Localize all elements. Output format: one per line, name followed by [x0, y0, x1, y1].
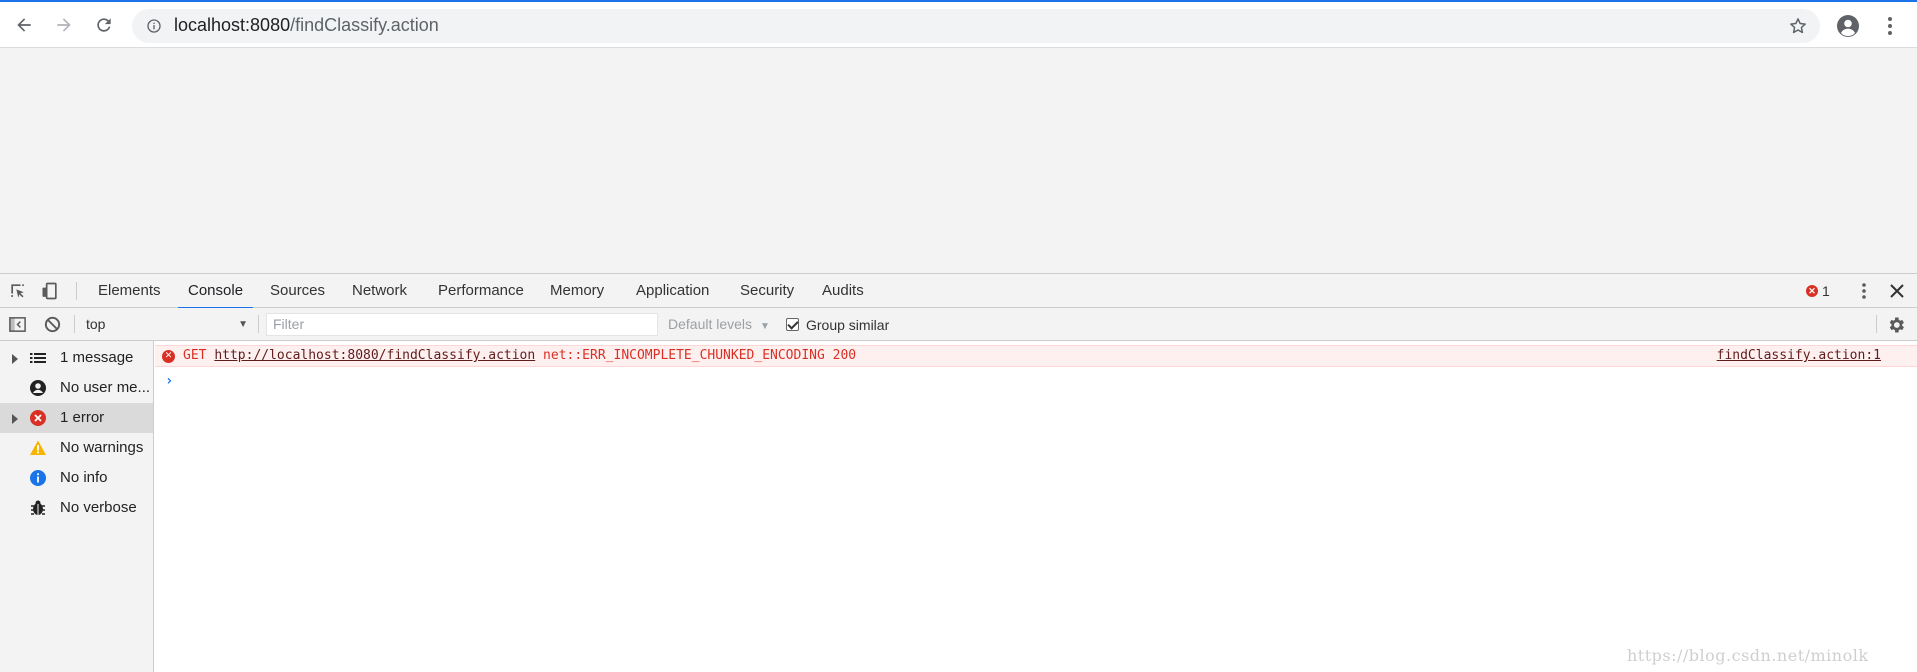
profile-icon[interactable] [1836, 14, 1860, 38]
tab-network[interactable]: Network [350, 274, 409, 308]
sidebar-item-verbose[interactable]: No verbose [0, 493, 153, 523]
error-message: net::ERR_INCOMPLETE_CHUNKED_ENCODING 200 [543, 348, 857, 363]
address-bar[interactable]: localhost:8080/findClassify.action [132, 9, 1820, 43]
log-levels-dropdown[interactable]: Default levels ▼ [668, 313, 770, 336]
console-output[interactable]: ✕ GET http://localhost:8080/findClassify… [155, 341, 1917, 672]
tab-security[interactable]: Security [738, 274, 796, 308]
info-icon[interactable] [146, 18, 162, 34]
sidebar-item-warnings[interactable]: No warnings [0, 433, 153, 463]
caret-down-icon: ▼ [238, 319, 248, 330]
sidebar-item-info[interactable]: No info [0, 463, 153, 493]
console-error-message[interactable]: ✕ GET http://localhost:8080/findClassify… [155, 345, 1917, 367]
browser-toolbar: localhost:8080/findClassify.action [0, 2, 1917, 48]
error-text: GET http://localhost:8080/findClassify.a… [183, 348, 856, 363]
sidebar-toggle-icon[interactable] [8, 315, 27, 334]
tab-elements[interactable]: Elements [96, 274, 163, 308]
more-vert-icon[interactable] [1880, 14, 1900, 38]
url-text: localhost:8080/findClassify.action [174, 15, 439, 36]
caret-down-icon: ▼ [759, 321, 770, 332]
sidebar-item-label: 1 message [60, 349, 134, 366]
expand-triangle-icon[interactable] [12, 354, 18, 364]
sidebar-item-user-messages[interactable]: No user me... [0, 373, 153, 403]
info-icon [30, 470, 46, 486]
clear-console-icon[interactable] [43, 315, 62, 334]
context-value: top [86, 316, 106, 332]
error-icon: ✕ [162, 350, 175, 363]
error-method: GET [183, 348, 207, 363]
sidebar-item-label: No warnings [60, 439, 144, 456]
tab-audits[interactable]: Audits [820, 274, 866, 308]
console-prompt[interactable]: › [165, 373, 173, 389]
separator [76, 282, 77, 300]
inspect-element-icon[interactable] [8, 281, 28, 301]
more-vert-icon[interactable] [1856, 281, 1872, 301]
tab-console[interactable]: Console [177, 274, 254, 309]
sidebar-item-label: 1 error [60, 409, 105, 426]
tab-application[interactable]: Application [634, 274, 711, 308]
warning-icon [30, 440, 46, 455]
forward-button[interactable] [50, 11, 78, 39]
console-filterbar: top ▼ Filter Default levels ▼ Group simi… [0, 308, 1917, 341]
arrow-right-icon [57, 18, 71, 32]
error-icon: ✕ [1806, 285, 1818, 297]
expand-triangle-icon[interactable] [12, 414, 18, 424]
levels-label: Default levels [668, 316, 753, 332]
separator [74, 315, 75, 333]
console-filter-input[interactable]: Filter [266, 313, 658, 336]
separator [258, 315, 259, 333]
back-button[interactable] [10, 11, 38, 39]
sidebar-item-label: No info [60, 469, 108, 486]
context-select[interactable]: top ▼ [80, 313, 252, 336]
bookmark-star-icon[interactable] [1788, 16, 1808, 36]
arrow-left-icon [17, 18, 31, 32]
error-url-link[interactable]: http://localhost:8080/findClassify.actio… [214, 348, 535, 363]
bug-icon [31, 500, 45, 515]
sidebar-item-label: No user me... [60, 379, 151, 396]
tab-sources[interactable]: Sources [268, 274, 327, 308]
separator [1876, 315, 1877, 333]
console-sidebar: 1 message No user me... 1 error No warni… [0, 341, 154, 672]
group-similar-label: Group similar [806, 316, 890, 333]
error-counter[interactable]: ✕ 1 [1806, 283, 1830, 299]
group-similar-toggle[interactable]: Group similar [786, 313, 889, 336]
reload-icon [97, 18, 111, 32]
close-icon[interactable] [1888, 282, 1906, 300]
sidebar-item-errors[interactable]: 1 error [0, 403, 153, 433]
devtools-tabbar: Elements Console Sources Network Perform… [0, 274, 1917, 309]
page-viewport [0, 48, 1917, 273]
group-similar-checkbox[interactable] [786, 318, 799, 331]
tab-performance[interactable]: Performance [436, 274, 526, 308]
reload-button[interactable] [90, 11, 118, 39]
user-icon [30, 380, 46, 396]
error-icon [30, 410, 46, 426]
url-path: /findClassify.action [290, 15, 439, 35]
gear-icon[interactable] [1886, 315, 1906, 335]
error-count: 1 [1822, 283, 1830, 299]
devtools-panel: Elements Console Sources Network Perform… [0, 273, 1917, 672]
watermark: https://blog.csdn.net/minolk [1627, 646, 1869, 665]
sidebar-item-messages[interactable]: 1 message [0, 343, 153, 373]
tab-memory[interactable]: Memory [548, 274, 606, 308]
error-source-link[interactable]: findClassify.action:1 [1717, 348, 1881, 363]
url-host: localhost:8080 [174, 15, 291, 35]
list-icon [30, 353, 46, 363]
device-toolbar-icon[interactable] [40, 281, 60, 301]
sidebar-item-label: No verbose [60, 499, 137, 516]
